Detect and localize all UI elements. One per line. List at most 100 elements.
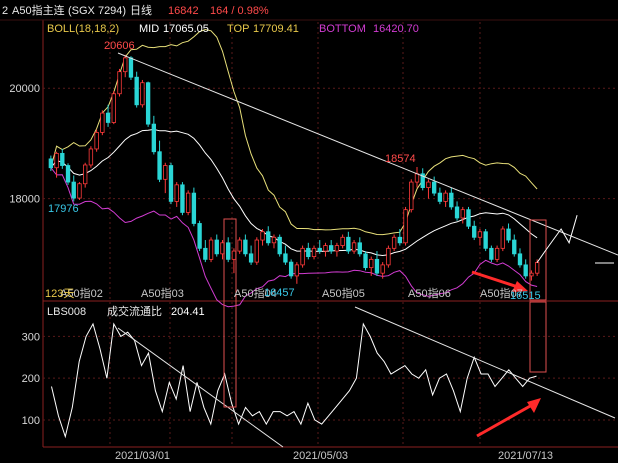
candle-body (449, 192, 454, 208)
candle-body (517, 253, 523, 266)
candle-body (437, 192, 443, 202)
candle-body (151, 123, 157, 153)
price-tick-label: 18000 (9, 194, 40, 206)
candle-body (134, 76, 139, 106)
candle-body (191, 192, 197, 224)
header-code: (SGX 7294) (68, 5, 126, 17)
date-tick-label: 2021/07/13 (498, 450, 553, 462)
candle-body (380, 264, 385, 274)
candle-body (329, 245, 334, 252)
price-tick-label: 20000 (9, 83, 40, 95)
candle-body (300, 247, 305, 266)
candle-body (534, 262, 540, 274)
candle-body (369, 258, 374, 269)
candle-body (123, 57, 128, 73)
lbs-indicator-value: 204.41 (171, 306, 205, 318)
candle-body (111, 93, 116, 123)
candle-body (351, 242, 357, 252)
lbs-tick-label: 300 (22, 331, 40, 343)
candle-body (523, 264, 528, 277)
boll-bottom-line (50, 167, 538, 308)
candle-body (403, 209, 408, 244)
annotation-days: 123天 (45, 288, 74, 300)
arrow-lower (476, 398, 541, 438)
candle-body (409, 181, 414, 211)
header-symbol: A50指主连 (12, 3, 65, 17)
month-tick-label: A50指03 (141, 286, 184, 300)
annotation-box-right-lower (529, 301, 547, 373)
candle-body (288, 261, 294, 277)
header-prefix: 2 (2, 5, 8, 17)
candle-body (271, 236, 277, 244)
candle-body (260, 231, 265, 241)
candle-body (454, 206, 460, 219)
candle-body (71, 181, 76, 199)
candle-body (157, 151, 162, 180)
projection-line (536, 215, 578, 263)
lbs-tick-label: 100 (22, 415, 40, 427)
annotation-mid-high: 18574 (385, 153, 416, 165)
candle-body (100, 112, 105, 133)
header-period: 日线 (130, 3, 152, 17)
candle-body (460, 209, 465, 219)
lower-left-trendline (117, 327, 284, 448)
candle-body (346, 236, 351, 252)
candle-body (431, 181, 437, 194)
candle-body (266, 231, 271, 244)
candle-body (306, 247, 311, 258)
candle-body (489, 247, 494, 260)
candle-body (105, 112, 111, 123)
boll-mid-value: 17065.05 (163, 23, 209, 35)
candle-body (340, 236, 345, 246)
boll-indicator-name: BOLL(18,18,2) (47, 23, 119, 35)
candle-body (466, 209, 471, 227)
candle-body (443, 192, 448, 202)
month-tick-label: A50指06 (408, 286, 451, 300)
candle-body (500, 228, 505, 249)
header-change: 164 / 0.98% (210, 5, 269, 17)
candle-body (140, 82, 145, 106)
candle-body (294, 264, 300, 277)
candle-body (65, 165, 71, 183)
candle-body (397, 236, 403, 244)
boll-top-label: TOP (227, 23, 249, 35)
lbs-tick-label: 200 (22, 373, 40, 385)
candle-body (174, 184, 179, 202)
lbs-indicator-name: LBS008 (47, 306, 86, 318)
chart-canvas: 1800020000100200300A50指02 A50指03 A50指04 A50… (0, 3, 618, 462)
candle-body (506, 228, 511, 241)
candle-body (237, 239, 242, 252)
candle-body (414, 173, 420, 183)
candle-body (117, 71, 122, 95)
candle-body (226, 242, 231, 260)
candle-body (283, 253, 288, 263)
boll-bottom-label: BOTTOM (319, 23, 366, 35)
date-tick-label: 2021/05/03 (293, 450, 348, 462)
candle-body (472, 225, 477, 238)
candle-body (512, 239, 517, 255)
date-tick-label: 2021/03/01 (115, 450, 170, 462)
candle-body (483, 231, 488, 249)
candle-body (374, 258, 380, 274)
boll-top-value: 17709.41 (253, 23, 299, 35)
month-tick-label: A50指05 (322, 286, 365, 300)
candle-body (197, 223, 202, 249)
candle-body (203, 247, 208, 260)
candle-body (60, 152, 65, 166)
candle-body (83, 164, 88, 185)
candle-body (231, 250, 237, 260)
annotation-low-mid: 16457 (264, 287, 295, 299)
candle-body (163, 165, 168, 180)
upper-trendline (117, 52, 618, 256)
candle-body (48, 158, 54, 169)
candle-body (357, 242, 362, 255)
lower-right-trendline (354, 306, 616, 419)
candle-body (185, 192, 191, 213)
candle-body (94, 131, 99, 150)
lbs-indicator-label: 成交流通比 (107, 304, 162, 318)
candle-body (214, 239, 219, 255)
candle-body (391, 236, 397, 249)
candle-body (363, 253, 368, 269)
candle-body (277, 236, 282, 255)
candle-body (54, 152, 59, 169)
